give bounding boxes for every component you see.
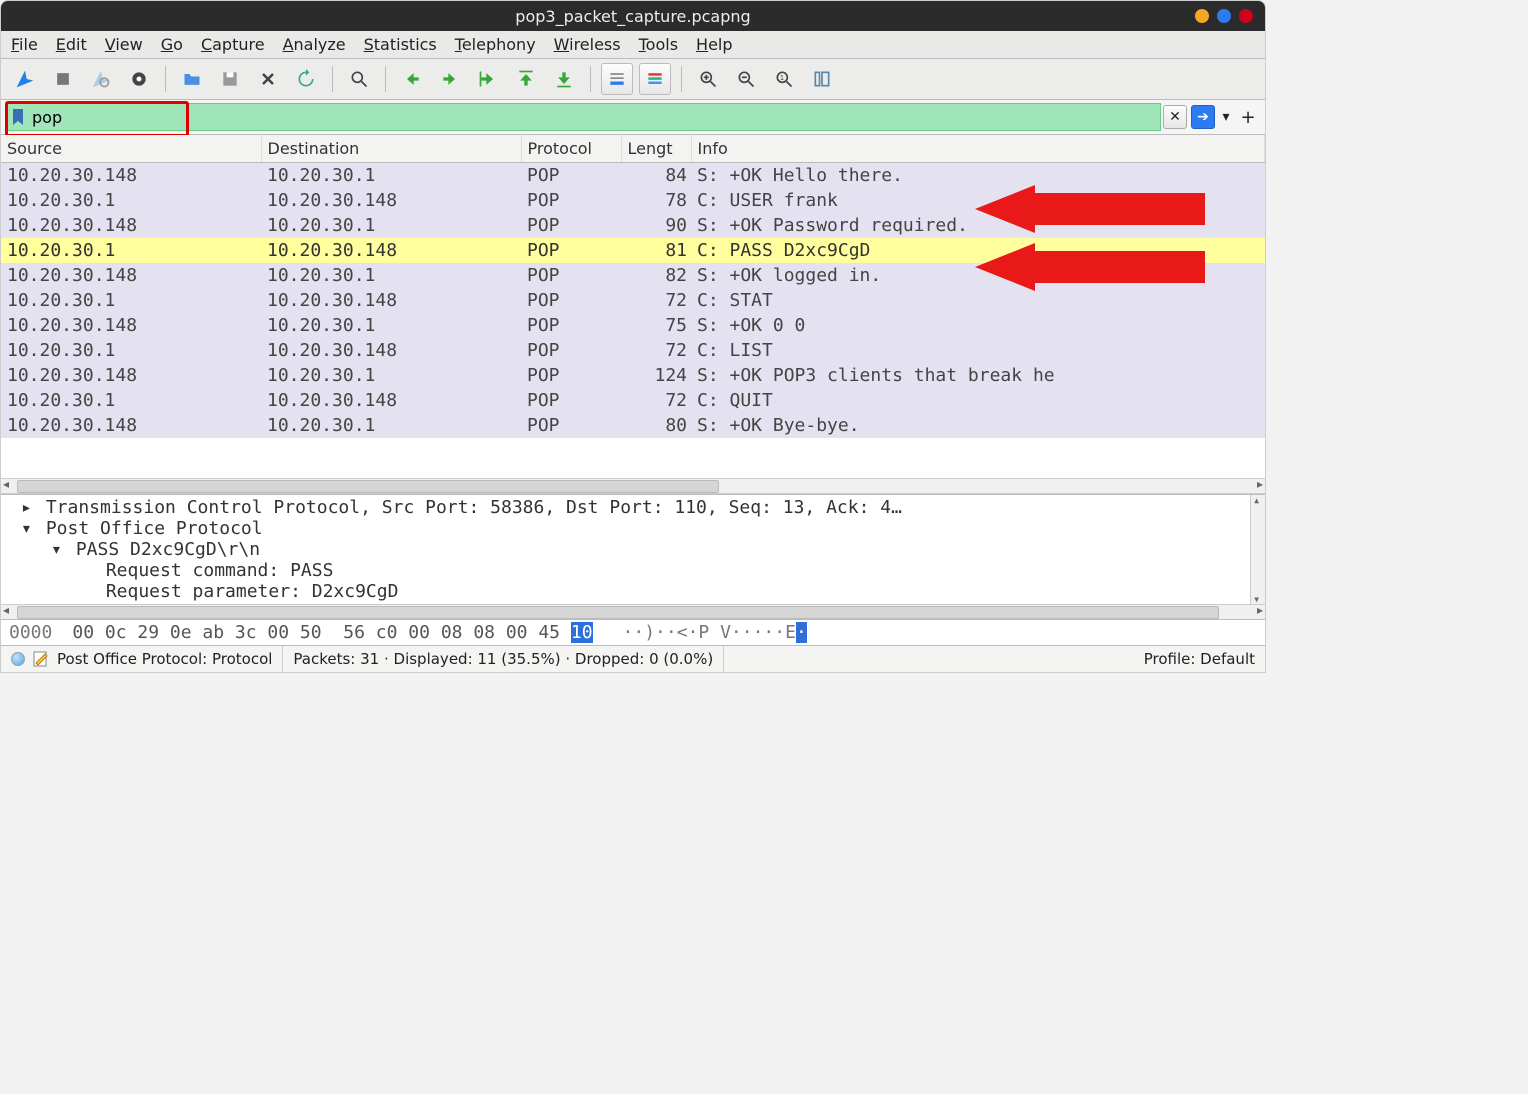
menu-go[interactable]: Go: [161, 35, 183, 54]
toolbar-separator: [385, 66, 386, 92]
svg-text:1: 1: [780, 74, 784, 82]
status-field-text: Post Office Protocol: Protocol: [57, 650, 272, 668]
menu-telephony[interactable]: Telephony: [455, 35, 536, 54]
packet-row[interactable]: 10.20.30.110.20.30.148POP72C: LIST: [1, 338, 1265, 363]
menu-wireless[interactable]: Wireless: [554, 35, 621, 54]
filter-dropdown-button[interactable]: ▾: [1219, 106, 1233, 128]
toolbar-separator: [332, 66, 333, 92]
close-button[interactable]: [1239, 9, 1253, 23]
packet-list-pane: SourceDestinationProtocolLengtInfo 10.20…: [1, 135, 1265, 494]
auto-scroll-button[interactable]: [601, 63, 633, 95]
colorize-button[interactable]: [639, 63, 671, 95]
capture-options-button[interactable]: [123, 63, 155, 95]
packet-row[interactable]: 10.20.30.14810.20.30.1POP75S: +OK 0 0: [1, 313, 1265, 338]
window-controls: [1195, 9, 1253, 23]
filter-bar: ✕ ➔ ▾ +: [1, 100, 1265, 135]
menu-analyze[interactable]: Analyze: [283, 35, 346, 54]
packet-list-table[interactable]: SourceDestinationProtocolLengtInfo 10.20…: [1, 135, 1265, 438]
packet-row[interactable]: 10.20.30.110.20.30.148POP72C: QUIT: [1, 388, 1265, 413]
column-header-protocol[interactable]: Protocol: [521, 135, 621, 163]
menu-statistics[interactable]: Statistics: [364, 35, 437, 54]
display-filter-input[interactable]: [30, 107, 1156, 128]
packet-row[interactable]: 10.20.30.14810.20.30.1POP80S: +OK Bye-by…: [1, 413, 1265, 438]
find-packet-button[interactable]: [343, 63, 375, 95]
detail-line[interactable]: Request parameter: D2xc9CgD: [1, 581, 1265, 602]
menu-tools[interactable]: Tools: [639, 35, 678, 54]
close-file-button[interactable]: [252, 63, 284, 95]
go-back-button[interactable]: [396, 63, 428, 95]
titlebar: pop3_packet_capture.pcapng: [1, 1, 1265, 31]
menu-view[interactable]: View: [105, 35, 143, 54]
toolbar-separator: [681, 66, 682, 92]
go-last-button[interactable]: [548, 63, 580, 95]
hex-ascii: ··)··<·P V·····E·: [623, 622, 807, 643]
status-packets-text: Packets: 31 · Displayed: 11 (35.5%) · Dr…: [293, 650, 713, 668]
packet-row[interactable]: 10.20.30.110.20.30.148POP72C: STAT: [1, 288, 1265, 313]
bookmark-icon[interactable]: [12, 109, 24, 125]
start-capture-button[interactable]: [9, 63, 41, 95]
packet-row[interactable]: 10.20.30.110.20.30.148POP78C: USER frank: [1, 188, 1265, 213]
details-vscrollbar[interactable]: [1250, 495, 1265, 604]
packet-list-hscrollbar[interactable]: [1, 478, 1265, 494]
packet-row[interactable]: 10.20.30.14810.20.30.1POP124S: +OK POP3 …: [1, 363, 1265, 388]
clear-filter-button[interactable]: ✕: [1163, 105, 1187, 129]
go-first-button[interactable]: [510, 63, 542, 95]
zoom-in-button[interactable]: [692, 63, 724, 95]
toolbar-separator: [590, 66, 591, 92]
add-filter-button[interactable]: +: [1237, 106, 1259, 128]
packet-details-pane[interactable]: ▸ Transmission Control Protocol, Src Por…: [1, 494, 1265, 604]
detail-line[interactable]: ▾ PASS D2xc9CgD\r\n: [1, 539, 1265, 560]
maximize-button[interactable]: [1217, 9, 1231, 23]
zoom-reset-button[interactable]: 1: [768, 63, 800, 95]
open-file-button[interactable]: [176, 63, 208, 95]
go-to-packet-button[interactable]: [472, 63, 504, 95]
menu-edit[interactable]: Edit: [56, 35, 87, 54]
detail-line[interactable]: ▾ Post Office Protocol: [1, 518, 1265, 539]
restart-capture-button[interactable]: [85, 63, 117, 95]
app-window: pop3_packet_capture.pcapng File Edit View G…: [0, 0, 1266, 673]
zoom-out-button[interactable]: [730, 63, 762, 95]
toolbar: 1: [1, 59, 1265, 100]
packet-row[interactable]: 10.20.30.14810.20.30.1POP84S: +OK Hello …: [1, 163, 1265, 189]
detail-line[interactable]: ▸ Transmission Control Protocol, Src Por…: [1, 497, 1265, 518]
detail-line[interactable]: Request command: PASS: [1, 560, 1265, 581]
window-title: pop3_packet_capture.pcapng: [1, 7, 1265, 26]
column-header-info[interactable]: Info: [691, 135, 1265, 163]
save-file-button[interactable]: [214, 63, 246, 95]
packet-row[interactable]: 10.20.30.110.20.30.148POP81C: PASS D2xc9…: [1, 238, 1265, 263]
packet-row[interactable]: 10.20.30.14810.20.30.1POP90S: +OK Passwo…: [1, 213, 1265, 238]
column-header-destination[interactable]: Destination: [261, 135, 521, 163]
go-forward-button[interactable]: [434, 63, 466, 95]
column-header-source[interactable]: Source: [1, 135, 261, 163]
hex-bytes: 00 0c 29 0e ab 3c 00 50 56 c0 00 08 08 0…: [72, 622, 592, 643]
expert-info-button[interactable]: [11, 652, 25, 666]
status-profile-text[interactable]: Profile: Default: [1144, 650, 1255, 668]
reload-button[interactable]: [290, 63, 322, 95]
packet-row[interactable]: 10.20.30.14810.20.30.1POP82S: +OK logged…: [1, 263, 1265, 288]
apply-filter-button[interactable]: ➔: [1191, 105, 1215, 129]
details-hscrollbar[interactable]: [1, 604, 1265, 619]
menu-help[interactable]: Help: [696, 35, 732, 54]
packet-bytes-pane[interactable]: 0000 00 0c 29 0e ab 3c 00 50 56 c0 00 08…: [1, 619, 1265, 645]
resize-columns-button[interactable]: [806, 63, 838, 95]
status-bar: Post Office Protocol: Protocol Packets: …: [1, 645, 1265, 672]
menu-file[interactable]: File: [11, 35, 38, 54]
edit-capture-comment-button[interactable]: [33, 651, 49, 667]
menu-capture[interactable]: Capture: [201, 35, 265, 54]
hex-offset: 0000: [9, 622, 52, 643]
toolbar-separator: [165, 66, 166, 92]
display-filter-field-wrapper: [7, 103, 1161, 131]
menubar: File Edit View Go Capture Analyze Statistics Te…: [1, 31, 1265, 59]
minimize-button[interactable]: [1195, 9, 1209, 23]
column-header-lengt[interactable]: Lengt: [621, 135, 691, 163]
stop-capture-button[interactable]: [47, 63, 79, 95]
